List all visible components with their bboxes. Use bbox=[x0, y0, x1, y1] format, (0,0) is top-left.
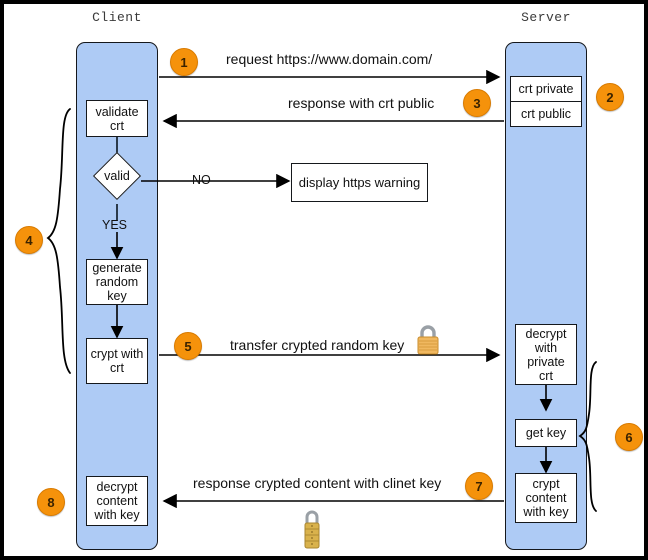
label-no: NO bbox=[192, 173, 211, 187]
badge-6[interactable]: 6 bbox=[615, 423, 643, 451]
decision-label: valid bbox=[104, 169, 130, 183]
node-crypt-line2: crt bbox=[110, 361, 124, 375]
node-server-crypt-line1: crypt bbox=[532, 477, 560, 491]
node-validate-line2: crt bbox=[110, 118, 124, 133]
message-label-transfer-key: transfer crypted random key bbox=[230, 337, 405, 353]
badge-5[interactable]: 5 bbox=[174, 332, 202, 360]
node-server-crypt-line2: content bbox=[525, 491, 567, 505]
node-crypt-content-with-key: crypt content with key bbox=[515, 473, 577, 523]
padlock-icon bbox=[413, 324, 443, 361]
badge-1[interactable]: 1 bbox=[170, 48, 198, 76]
node-client-decrypt-line2: content bbox=[96, 494, 138, 508]
node-generate-line2: random bbox=[95, 275, 139, 289]
node-crypt-with-crt: crypt with crt bbox=[86, 338, 148, 384]
node-server-decrypt-line3: private bbox=[527, 354, 565, 369]
node-decision-valid: valid bbox=[92, 151, 142, 201]
node-server-decrypt-line2: with bbox=[534, 340, 558, 355]
combination-padlock-icon bbox=[299, 506, 325, 556]
node-display-https-warning: display https warning bbox=[291, 163, 428, 202]
node-decrypt-with-private-crt: decrypt with private crt bbox=[515, 324, 577, 385]
node-generate-random-key: generate random key bbox=[86, 259, 148, 305]
node-crt-private: crt private bbox=[510, 76, 582, 102]
node-server-decrypt-line4: crt bbox=[539, 368, 553, 383]
node-crypt-line1: crypt with bbox=[90, 347, 144, 361]
badge-4[interactable]: 4 bbox=[15, 226, 43, 254]
lane-title-client: Client bbox=[92, 10, 142, 25]
node-decrypt-content-with-key: decrypt content with key bbox=[86, 476, 148, 526]
node-validate-crt: validate crt bbox=[86, 100, 148, 137]
message-label-response-crt: response with crt public bbox=[288, 95, 435, 111]
node-server-crypt-line3: with key bbox=[523, 505, 569, 519]
label-yes: YES bbox=[102, 218, 128, 232]
badge-2[interactable]: 2 bbox=[596, 83, 624, 111]
badge-8[interactable]: 8 bbox=[37, 488, 65, 516]
node-client-decrypt-line1: decrypt bbox=[96, 480, 138, 494]
node-server-decrypt-line1: decrypt bbox=[525, 326, 567, 341]
node-generate-line1: generate bbox=[92, 261, 142, 275]
message-label-response-content: response crypted content with clinet key bbox=[193, 475, 442, 491]
lane-title-server: Server bbox=[521, 10, 571, 25]
node-get-key: get key bbox=[515, 419, 577, 447]
node-generate-line3: key bbox=[107, 289, 127, 303]
badge-7[interactable]: 7 bbox=[465, 472, 493, 500]
node-validate-line1: validate bbox=[95, 104, 139, 119]
https-handshake-diagram: Client Server validate crt valid YES NO … bbox=[0, 0, 648, 560]
badge-3[interactable]: 3 bbox=[463, 89, 491, 117]
node-crt-public: crt public bbox=[510, 101, 582, 127]
message-label-request: request https://www.domain.com/ bbox=[226, 51, 433, 67]
node-client-decrypt-line3: with key bbox=[94, 508, 140, 522]
